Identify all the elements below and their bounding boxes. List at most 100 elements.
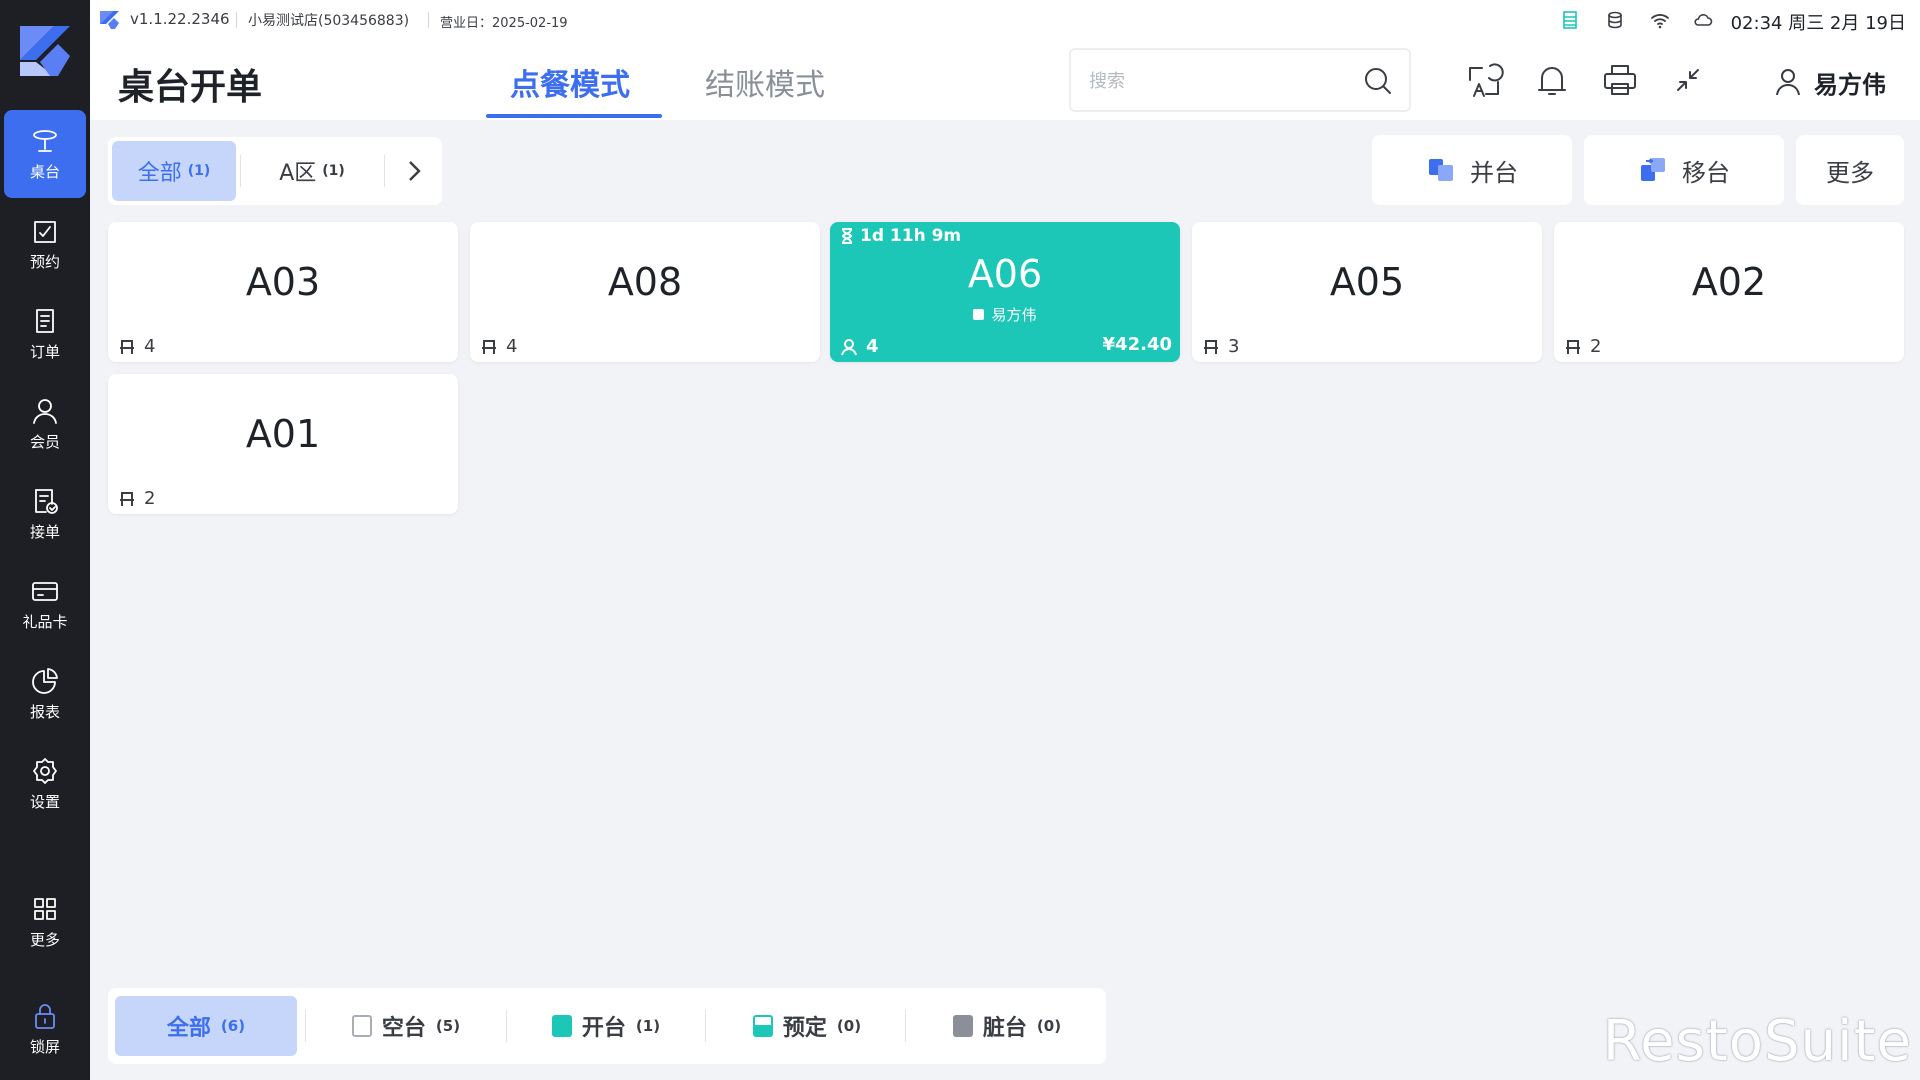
sidebar-item-label: 桌台: [29, 163, 60, 181]
sidebar-item-reservation[interactable]: 预约: [4, 200, 86, 288]
sidebar-item-orders[interactable]: 订单: [4, 290, 86, 378]
sidebar-item-report[interactable]: 报表: [4, 650, 86, 738]
printer-icon[interactable]: [1600, 60, 1640, 100]
timer-text: 1d 11h 9m: [860, 226, 962, 246]
cloud-icon: [1694, 14, 1713, 26]
status-filter: 全部 (6) 空台 (5) 开台 (1) 预定 (0) 脏台 (0): [108, 988, 1106, 1064]
reserved-swatch-icon: [752, 1015, 773, 1037]
tab-checkout-mode[interactable]: 结账模式: [705, 60, 825, 104]
clock: 02:34 周三 2月 19日: [1730, 13, 1906, 34]
user-menu[interactable]: 易方伟: [1772, 62, 1886, 102]
open-swatch-icon: [551, 1015, 572, 1037]
table-card-a01[interactable]: A01 2: [108, 374, 458, 514]
header: 桌台开单 点餐模式 结账模式 易方伟: [90, 40, 1920, 120]
sidebar-item-table[interactable]: 桌台: [4, 110, 86, 198]
status-reserved[interactable]: 预定 (0): [710, 996, 904, 1056]
active-tab-indicator: [486, 114, 662, 118]
accept-order-icon: [35, 489, 58, 514]
sidebar-item-label: 锁屏: [29, 1038, 60, 1056]
chair-icon: [120, 339, 134, 354]
status-count: (6): [220, 1017, 246, 1035]
sidebar-item-member[interactable]: 会员: [4, 380, 86, 468]
table-name: A05: [1329, 260, 1405, 304]
status-count: (1): [635, 1017, 661, 1035]
table-card-a08[interactable]: A08 4: [470, 222, 820, 362]
reservation-icon: [34, 221, 56, 243]
table-card-a02[interactable]: A02 2: [1554, 222, 1904, 362]
app-logo-icon: [20, 26, 70, 76]
sidebar-item-label: 接单: [29, 523, 60, 541]
app-logo-small-icon: [100, 11, 119, 29]
order-icon: [36, 309, 54, 333]
more-grid-icon: [34, 898, 56, 920]
search-input[interactable]: [1089, 68, 1349, 94]
report-icon: [32, 668, 58, 694]
person-icon: [841, 338, 857, 355]
dirty-swatch-icon: [952, 1015, 973, 1037]
move-icon: [1641, 158, 1665, 181]
status-all[interactable]: 全部 (6): [115, 996, 297, 1056]
lock-icon: [35, 1004, 55, 1029]
collapse-icon[interactable]: [1668, 60, 1708, 100]
area-a[interactable]: A区 (1): [244, 141, 380, 201]
divider: [705, 1010, 706, 1042]
seat-count: 4: [144, 336, 156, 357]
status-label: 预定: [782, 1016, 827, 1041]
seat-count: 2: [144, 488, 156, 509]
seat-count: 4: [506, 336, 518, 357]
table-guests: 4: [840, 336, 879, 357]
user-name: 易方伟: [1814, 70, 1886, 99]
sidebar-item-label: 订单: [29, 343, 60, 361]
chair-icon: [482, 339, 496, 354]
sidebar-item-label: 预约: [29, 253, 60, 271]
move-table-button[interactable]: 移台: [1584, 135, 1784, 205]
sidebar-item-label: 会员: [29, 433, 60, 451]
status-dirty[interactable]: 脏台 (0): [910, 996, 1104, 1056]
gift-card-icon: [32, 582, 58, 601]
table-card-a03[interactable]: A03 4: [108, 222, 458, 362]
area-all[interactable]: 全部 (1): [112, 141, 236, 201]
user-icon: [1776, 69, 1800, 96]
more-actions-button[interactable]: 更多: [1796, 135, 1904, 205]
sidebar-item-accept-order[interactable]: 接单: [4, 470, 86, 558]
tab-order-mode[interactable]: 点餐模式: [510, 60, 630, 104]
sidebar-item-settings[interactable]: 设置: [4, 740, 86, 828]
divider: [905, 1010, 906, 1042]
move-label: 移台: [1682, 158, 1730, 187]
sidebar: 桌台 预约 订单 会员 接单 礼品卡 报表 设置 更多 锁屏: [0, 0, 90, 1080]
table-card-a05[interactable]: A05 3: [1192, 222, 1542, 362]
status-label: 开台: [581, 1016, 626, 1041]
settings-icon: [33, 758, 57, 784]
search-icon[interactable]: [1363, 66, 1393, 96]
status-empty[interactable]: 空台 (5): [311, 996, 501, 1056]
table-seats: 2: [118, 488, 155, 509]
merge-icon: [1429, 159, 1453, 181]
sidebar-item-label: 更多: [29, 931, 60, 949]
seat-count: 2: [1590, 336, 1602, 357]
sidebar-item-gift-card[interactable]: 礼品卡: [4, 560, 86, 648]
empty-swatch-icon: [351, 1015, 372, 1037]
status-open[interactable]: 开台 (1): [511, 996, 701, 1056]
app-version: v1.1.22.2346: [130, 10, 230, 28]
chevron-right-icon: [409, 161, 421, 181]
bell-icon[interactable]: [1532, 60, 1572, 100]
table-seats: 2: [1564, 336, 1601, 357]
translate-icon[interactable]: [1464, 60, 1504, 100]
table-name: A01: [245, 412, 321, 456]
chair-icon: [1204, 339, 1218, 354]
merge-table-button[interactable]: 并台: [1372, 135, 1572, 205]
search-box: [1069, 48, 1411, 112]
table-name: A08: [607, 260, 683, 304]
business-day: 营业日：2025-02-19: [440, 16, 568, 31]
table-card-a06[interactable]: 1d 11h 9m A06 易方伟 4 ¥42.40: [830, 222, 1180, 362]
area-count: (1): [187, 163, 211, 179]
waiter-name: 易方伟: [991, 306, 1037, 324]
divider: [384, 155, 385, 187]
divider: [236, 12, 237, 28]
guest-count: 4: [866, 336, 879, 357]
area-next-button[interactable]: [390, 141, 438, 201]
sidebar-item-more[interactable]: 更多: [4, 878, 86, 966]
sidebar-item-lock[interactable]: 锁屏: [4, 985, 86, 1073]
table-seats: 4: [118, 336, 155, 357]
table-icon: [33, 130, 57, 152]
